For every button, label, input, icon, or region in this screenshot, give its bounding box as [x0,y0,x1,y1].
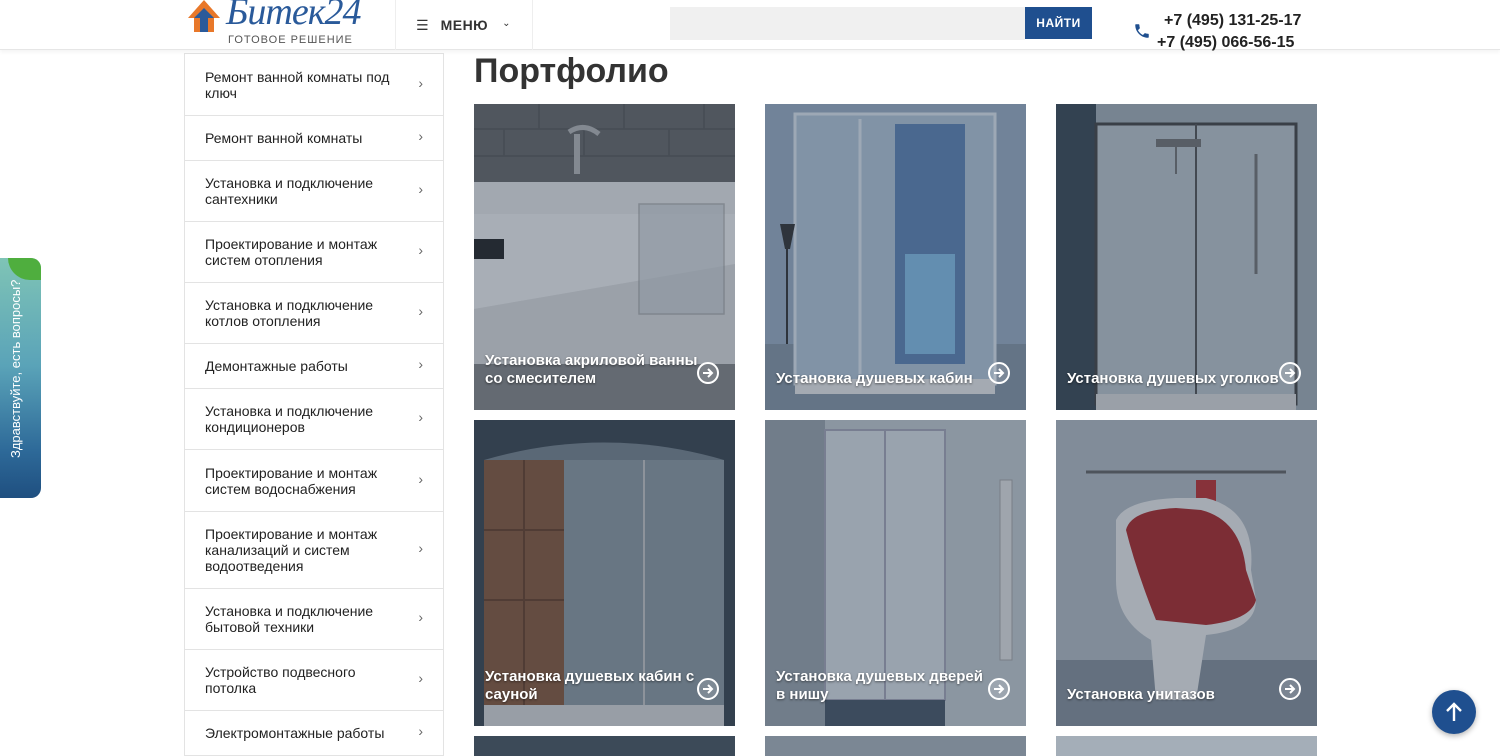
portfolio-tile[interactable]: Установка акриловой ванны со смесителем [474,104,735,410]
site-logo[interactable]: Битек24 ГОТОВОЕ РЕШЕНИЕ [186,0,361,50]
portfolio-tile[interactable]: Установка душевых дверей в нишу [765,420,1026,726]
sidebar-item[interactable]: Проектирование и монтаж канализаций и си… [185,511,443,588]
chevron-right-icon: › [418,74,423,91]
sidebar-item-label: Устройство подвесного потолка [205,664,356,696]
search-input[interactable] [670,7,1025,40]
portfolio-tile[interactable] [765,736,1026,756]
sidebar-item[interactable]: Проектирование и монтаж систем отопления… [185,221,443,282]
services-sidebar: Ремонт ванной комнаты под ключ › Ремонт в… [184,53,444,756]
chevron-down-icon: ⌄ [502,17,511,29]
sidebar-item-label: Проектирование и монтаж систем отопления [205,236,378,268]
tile-caption: Установка унитазов [1067,686,1215,703]
chevron-right-icon: › [418,470,423,487]
tile-overlay [765,104,1026,410]
tile-caption: Установка душевых уголков [1067,370,1279,387]
arrow-right-circle-icon [1279,362,1301,384]
menu-label: МЕНЮ [440,17,489,33]
chevron-right-icon: › [418,723,423,739]
phone-number-2[interactable]: +7 (495) 066-56-15 [1157,34,1294,52]
portfolio-tile[interactable]: Установка душевых кабин [765,104,1026,410]
sidebar-item[interactable]: Электромонтажные работы › [185,710,443,755]
sidebar-item-label: Проектирование и монтаж систем водоснабж… [205,464,378,497]
menu-button[interactable]: ☰ МЕНЮ ⌄ [395,0,533,50]
chevron-right-icon: › [418,670,423,686]
tile-caption: Установка душевых дверей в нишу [776,668,983,703]
sidebar-item-label: Проектирование и монтаж канализаций и си… [205,526,378,574]
chevron-right-icon: › [418,409,423,425]
arrow-right-circle-icon [988,678,1010,700]
site-header: Битек24 ГОТОВОЕ РЕШЕНИЕ ☰ МЕНЮ ⌄ НАЙТИ +… [0,0,1500,52]
sidebar-item-label: Ремонт ванной комнаты [205,130,363,146]
sidebar-item-label: Установка и подключение котлов отопления [205,297,374,329]
sidebar-item[interactable]: Демонтажные работы › [185,343,443,388]
house-logo-icon [188,0,220,32]
logo-wordmark: Битек24 [226,0,361,33]
sidebar-item-label: Демонтажные работы [205,358,348,374]
phone-number-1[interactable]: +7 (495) 131-25-17 [1164,12,1301,30]
sidebar-item-label: Электромонтажные работы [205,725,385,741]
chevron-right-icon: › [418,181,423,197]
sidebar-item-label: Установка и подключение кондиционеров [205,403,374,435]
chevron-right-icon: › [418,356,423,372]
feedback-text: Здравствуйте, есть вопросы? [8,279,23,458]
arrow-right-circle-icon [697,362,719,384]
sidebar-item[interactable]: Проектирование и монтаж систем водоснабж… [185,449,443,511]
sidebar-item[interactable]: Ремонт ванной комнаты › [185,115,443,160]
arrow-right-circle-icon [697,678,719,700]
chevron-right-icon: › [418,540,423,556]
arrow-right-circle-icon [988,362,1010,384]
chevron-right-icon: › [418,242,423,258]
portfolio-tile[interactable] [1056,736,1317,756]
sidebar-item[interactable]: Установка и подключение бытовой техники › [185,588,443,649]
sidebar-item-label: Ремонт ванной комнаты под ключ [205,68,390,101]
search-button[interactable]: НАЙТИ [1025,7,1092,39]
tile-overlay [1056,420,1317,726]
tile-caption: Установка душевых кабин [776,370,973,387]
portfolio-tile[interactable]: Установка унитазов [1056,420,1317,726]
tile-caption: Установка акриловой ванны со смесителем [485,352,698,387]
page-title: Портфолио [474,52,669,90]
sidebar-item-label: Установка и подключение бытовой техники [205,603,374,635]
sidebar-item[interactable]: Установка и подключение котлов отопления… [185,282,443,343]
portfolio-tile[interactable]: Установка душевых уголков [1056,104,1317,410]
tile-caption: Установка душевых кабин с сауной [485,668,695,703]
sidebar-item[interactable]: Установка и подключение сантехники › [185,160,443,221]
tile-overlay [1056,104,1317,410]
hamburger-icon: ☰ [416,16,429,33]
logo-tagline: ГОТОВОЕ РЕШЕНИЕ [228,34,353,46]
sidebar-item[interactable]: Установка и подключение кондиционеров › [185,388,443,449]
chevron-right-icon: › [418,128,423,144]
sidebar-item[interactable]: Ремонт ванной комнаты под ключ › [185,53,443,115]
scroll-to-top-button[interactable] [1432,690,1476,734]
arrow-up-icon [1446,702,1462,721]
chevron-right-icon: › [418,609,423,625]
feedback-widget-tab[interactable]: Здравствуйте, есть вопросы? [0,258,41,498]
chevron-right-icon: › [418,303,423,319]
sidebar-item-label: Установка и подключение сантехники [205,175,374,207]
sidebar-item[interactable]: Устройство подвесного потолка › [185,649,443,710]
portfolio-tile[interactable] [474,736,735,756]
phone-icon [1135,24,1149,38]
arrow-right-circle-icon [1279,678,1301,700]
portfolio-tile[interactable]: Установка душевых кабин с сауной [474,420,735,726]
